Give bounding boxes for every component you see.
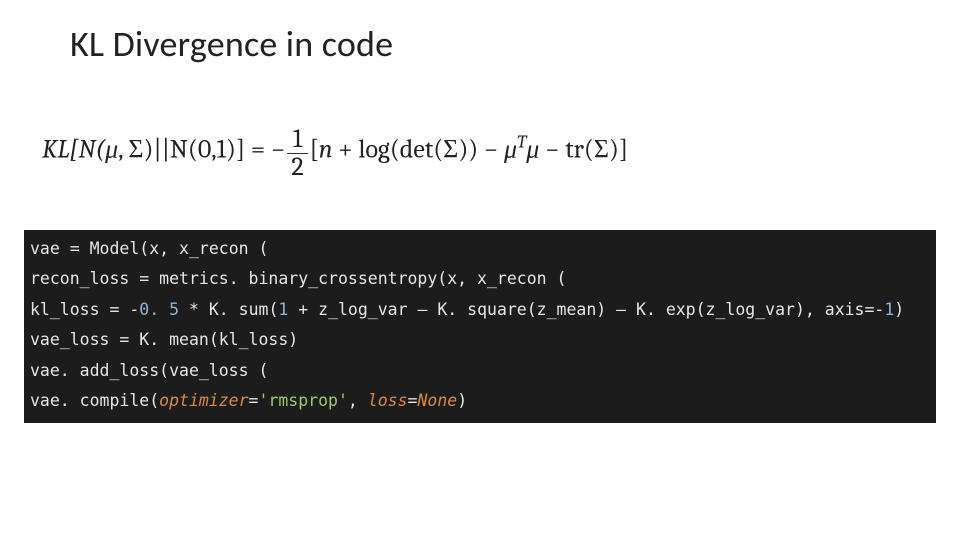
slide-title: KL Divergence in code: [22, 18, 938, 66]
equals-op: =: [408, 391, 418, 410]
string-literal: 'rmsprop': [258, 391, 347, 410]
code-block: vae = Model(x, x_recon ( recon_loss = me…: [24, 230, 936, 423]
mu-t: μ: [504, 134, 517, 164]
formula-mid: )||N(0,1)] =: [144, 134, 271, 164]
code-text: ,: [348, 391, 368, 410]
kl-formula: KL[N(μ, Σ)||N(0,1)] = −12[n + log(det(Σ)…: [22, 66, 938, 230]
formula-text: KL[N(: [42, 134, 105, 164]
sigma3: Σ: [594, 134, 609, 164]
code-text: kl_loss: [30, 300, 109, 319]
equals-op: =: [139, 269, 149, 288]
code-text: + z_log_var – K. square(z_mean) – K. exp…: [288, 300, 884, 319]
bracket-close: )]: [609, 134, 628, 164]
code-text: vae. compile(: [30, 391, 159, 410]
number-literal: 0. 5: [139, 300, 179, 319]
denominator: 2: [287, 154, 307, 181]
code-text: vae: [30, 239, 70, 258]
number-literal: 1: [278, 300, 288, 319]
code-text: vae_loss: [30, 330, 119, 349]
one-half: 12: [287, 126, 307, 182]
keyword-arg: loss: [368, 391, 408, 410]
code-line-4: vae_loss = K. mean(kl_loss): [30, 325, 930, 356]
equals-op: =: [70, 239, 80, 258]
sigma: Σ: [128, 134, 143, 164]
code-line-3: kl_loss = -0. 5 * K. sum(1 + z_log_var –…: [30, 295, 930, 326]
n: n: [319, 134, 333, 164]
code-text: Model(x, x_recon (: [80, 239, 269, 258]
keyword-arg: optimizer: [159, 391, 248, 410]
code-text: * K. sum(: [179, 300, 278, 319]
code-text: ): [894, 300, 904, 319]
code-line-6: vae. compile(optimizer='rmsprop', loss=N…: [30, 386, 930, 417]
slide: KL Divergence in code KL[N(μ, Σ)||N(0,1)…: [0, 0, 960, 540]
none-literal: None: [417, 391, 457, 410]
superscript-t: T: [517, 132, 526, 153]
equals-op: =: [109, 300, 119, 319]
minus-tr: − tr(: [539, 134, 594, 164]
code-line-5: vae. add_loss(vae_loss (: [30, 356, 930, 387]
equals-op: =: [119, 330, 129, 349]
after-det: )) −: [458, 134, 504, 164]
code-text: metrics. binary_crossentropy(x, x_recon …: [149, 269, 566, 288]
equals-op: =: [249, 391, 259, 410]
neg: −: [271, 134, 285, 164]
mu3: μ: [526, 134, 539, 164]
plus-logdet: + log(det(: [333, 134, 444, 164]
comma: ,: [118, 134, 128, 164]
mu: μ: [105, 134, 118, 164]
sigma2: Σ: [443, 134, 458, 164]
code-text: K. mean(kl_loss): [129, 330, 298, 349]
code-text: ): [457, 391, 467, 410]
code-text: vae. add_loss(vae_loss (: [30, 361, 268, 380]
bracket-open: [: [310, 134, 319, 164]
code-text: -: [119, 300, 139, 319]
numerator: 1: [287, 126, 307, 154]
code-line-2: recon_loss = metrics. binary_crossentrop…: [30, 264, 930, 295]
code-line-1: vae = Model(x, x_recon (: [30, 234, 930, 265]
code-text: recon_loss: [30, 269, 139, 288]
number-literal: 1: [884, 300, 894, 319]
